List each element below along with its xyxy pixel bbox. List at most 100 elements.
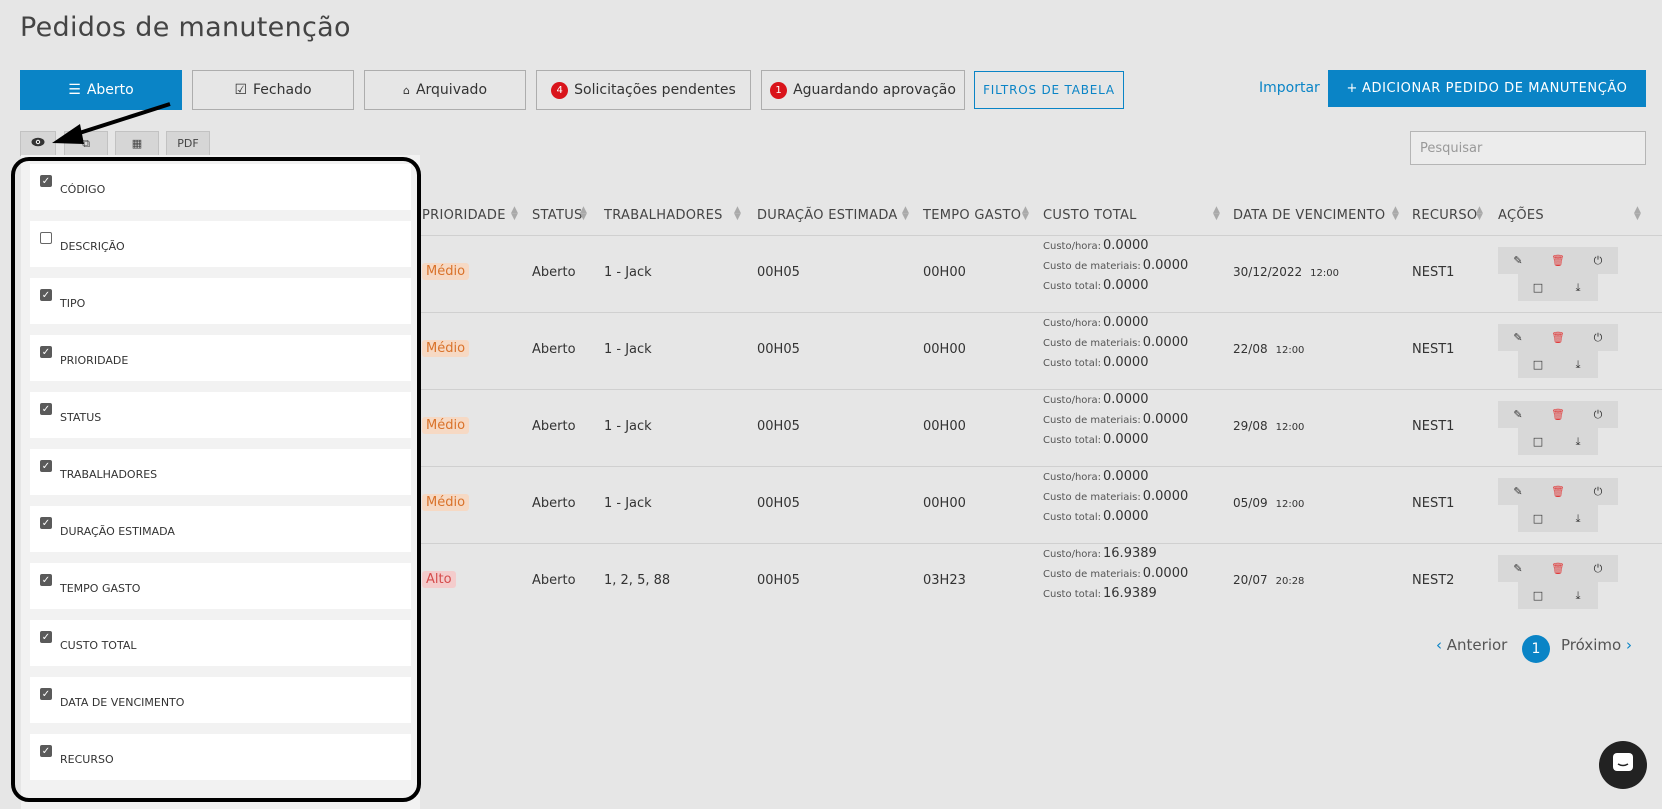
priority-badge: Médio bbox=[422, 340, 470, 357]
column-toggle-item[interactable]: ✓ STATUS bbox=[30, 392, 411, 438]
estimated-duration-cell: 00H05 bbox=[757, 496, 800, 511]
column-toggle-label: DATA DE VENCIMENTO bbox=[60, 695, 185, 709]
sort-icon[interactable]: ▲ ▼ bbox=[902, 206, 909, 222]
pagination-prev[interactable]: ‹ Anterior bbox=[1436, 636, 1507, 654]
header-duracao-estimada[interactable]: DURAÇÃO ESTIMADA bbox=[757, 208, 898, 223]
download-button[interactable]: ⤓ bbox=[1558, 274, 1598, 301]
edit-button[interactable]: ✎ bbox=[1498, 324, 1538, 351]
delete-button[interactable]: 🗑 bbox=[1538, 478, 1578, 505]
archive-button[interactable]: □ bbox=[1518, 274, 1558, 301]
column-toggle-label: TEMPO GASTO bbox=[60, 581, 141, 595]
edit-button[interactable]: ✎ bbox=[1498, 478, 1538, 505]
column-visibility-button[interactable] bbox=[20, 131, 56, 156]
cost-label: Custo/hora: bbox=[1043, 472, 1102, 483]
sort-icon[interactable]: ▲ ▼ bbox=[1022, 206, 1029, 222]
edit-icon: ✎ bbox=[1513, 408, 1523, 421]
sort-icon[interactable]: ▲ ▼ bbox=[734, 206, 741, 222]
delete-button[interactable]: 🗑 bbox=[1538, 401, 1578, 428]
column-checkbox[interactable]: ✓ bbox=[40, 460, 52, 472]
trash-icon: 🗑 bbox=[1551, 331, 1565, 344]
pagination-next[interactable]: Próximo › bbox=[1561, 636, 1632, 654]
table-filters-button[interactable]: FILTROS DE TABELA bbox=[974, 71, 1124, 109]
time-spent-cell: 00H00 bbox=[923, 496, 966, 511]
column-checkbox[interactable]: ✓ bbox=[40, 289, 52, 301]
column-toggle-item[interactable]: ✓ DATA DE VENCIMENTO bbox=[30, 677, 411, 723]
tab-label: Solicitações pendentes bbox=[574, 82, 736, 98]
download-button[interactable]: ⤓ bbox=[1558, 351, 1598, 378]
priority-badge: Médio bbox=[422, 494, 470, 511]
pagination-current-page[interactable]: 1 bbox=[1522, 635, 1550, 663]
tab-aberto[interactable]: ☰ Aberto bbox=[20, 70, 182, 110]
edit-button[interactable]: ✎ bbox=[1498, 401, 1538, 428]
chat-launcher-button[interactable] bbox=[1599, 741, 1647, 789]
archive-button[interactable]: □ bbox=[1518, 428, 1558, 455]
column-toggle-item[interactable]: ✓ TEMPO GASTO bbox=[30, 563, 411, 609]
delete-button[interactable]: 🗑 bbox=[1538, 324, 1578, 351]
column-toggle-item[interactable]: ✓ DURAÇÃO ESTIMADA bbox=[30, 506, 411, 552]
header-recurso[interactable]: RECURSO bbox=[1412, 208, 1477, 223]
header-trabalhadores[interactable]: TRABALHADORES bbox=[604, 208, 723, 223]
archive-button[interactable]: □ bbox=[1518, 351, 1558, 378]
cost-label: Custo de materiais: bbox=[1043, 261, 1141, 272]
delete-button[interactable]: 🗑 bbox=[1538, 555, 1578, 582]
close-order-button[interactable]: ⏻ bbox=[1578, 478, 1618, 505]
header-prioridade[interactable]: PRIORIDADE bbox=[422, 208, 506, 223]
column-toggle-item[interactable]: ✓ CÓDIGO bbox=[30, 164, 411, 210]
delete-button[interactable]: 🗑 bbox=[1538, 247, 1578, 274]
tab-aguardando-aprovacao[interactable]: 1 Aguardando aprovação bbox=[761, 70, 965, 110]
column-toggle-item[interactable]: ✓ CUSTO TOTAL bbox=[30, 620, 411, 666]
pdf-button[interactable]: PDF bbox=[166, 131, 210, 156]
sort-icon[interactable]: ▲ ▼ bbox=[511, 206, 518, 222]
sort-icon[interactable]: ▲ ▼ bbox=[1476, 206, 1483, 222]
add-maintenance-order-button[interactable]: + ADICIONAR PEDIDO DE MANUTENÇÃO bbox=[1328, 70, 1646, 107]
archive-button[interactable]: □ bbox=[1518, 505, 1558, 532]
cost-value: 16.9389 bbox=[1103, 546, 1157, 561]
close-order-button[interactable]: ⏻ bbox=[1578, 324, 1618, 351]
column-toggle-item[interactable]: DESCRIÇÃO bbox=[30, 221, 411, 267]
sort-icon[interactable]: ▲ ▼ bbox=[1392, 206, 1399, 222]
cost-label: Custo/hora: bbox=[1043, 549, 1102, 560]
copy-button[interactable]: ⧉ bbox=[64, 131, 108, 156]
download-button[interactable]: ⤓ bbox=[1558, 428, 1598, 455]
import-link[interactable]: Importar bbox=[1259, 80, 1320, 96]
edit-button[interactable]: ✎ bbox=[1498, 247, 1538, 274]
cost-line: Custo de materiais: 0.0000 bbox=[1043, 566, 1188, 581]
close-order-button[interactable]: ⏻ bbox=[1578, 555, 1618, 582]
sort-icon[interactable]: ▲ ▼ bbox=[580, 206, 587, 222]
column-checkbox[interactable]: ✓ bbox=[40, 346, 52, 358]
due-date-cell: 22/08 12:00 bbox=[1233, 342, 1304, 356]
column-checkbox[interactable]: ✓ bbox=[40, 574, 52, 586]
column-checkbox[interactable]: ✓ bbox=[40, 631, 52, 643]
search-input[interactable] bbox=[1410, 131, 1646, 165]
tab-fechado[interactable]: ☑ Fechado bbox=[192, 70, 354, 110]
cost-line: Custo total: 0.0000 bbox=[1043, 509, 1148, 524]
due-time: 12:00 bbox=[1310, 268, 1339, 279]
close-order-button[interactable]: ⏻ bbox=[1578, 401, 1618, 428]
cost-label: Custo total: bbox=[1043, 512, 1101, 523]
tab-arquivado[interactable]: ⌂ Arquivado bbox=[364, 70, 526, 110]
column-checkbox[interactable]: ✓ bbox=[40, 403, 52, 415]
column-toggle-item[interactable]: ✓ RECURSO bbox=[30, 734, 411, 780]
column-toggle-item[interactable]: ✓ TIPO bbox=[30, 278, 411, 324]
archive-button[interactable]: □ bbox=[1518, 582, 1558, 609]
header-tempo-gasto[interactable]: TEMPO GASTO bbox=[923, 208, 1021, 223]
column-checkbox[interactable] bbox=[40, 232, 52, 244]
edit-button[interactable]: ✎ bbox=[1498, 555, 1538, 582]
header-custo-total[interactable]: CUSTO TOTAL bbox=[1043, 208, 1137, 223]
download-button[interactable]: ⤓ bbox=[1558, 582, 1598, 609]
tab-solicitacoes-pendentes[interactable]: 4 Solicitações pendentes bbox=[536, 70, 751, 110]
column-checkbox[interactable]: ✓ bbox=[40, 688, 52, 700]
column-toggle-item[interactable]: ✓ TRABALHADORES bbox=[30, 449, 411, 495]
sort-icon[interactable]: ▲ ▼ bbox=[1213, 206, 1220, 222]
column-toggle-item[interactable]: ✓ PRIORIDADE bbox=[30, 335, 411, 381]
sort-icon[interactable]: ▲ ▼ bbox=[1634, 206, 1641, 222]
column-checkbox[interactable]: ✓ bbox=[40, 745, 52, 757]
status-cell: Aberto bbox=[532, 265, 576, 280]
close-order-button[interactable]: ⏻ bbox=[1578, 247, 1618, 274]
download-button[interactable]: ⤓ bbox=[1558, 505, 1598, 532]
column-checkbox[interactable]: ✓ bbox=[40, 175, 52, 187]
column-checkbox[interactable]: ✓ bbox=[40, 517, 52, 529]
excel-button[interactable]: ▦ bbox=[115, 131, 159, 156]
header-status[interactable]: STATUS bbox=[532, 208, 583, 223]
header-data-de-vencimento[interactable]: DATA DE VENCIMENTO bbox=[1233, 208, 1385, 223]
